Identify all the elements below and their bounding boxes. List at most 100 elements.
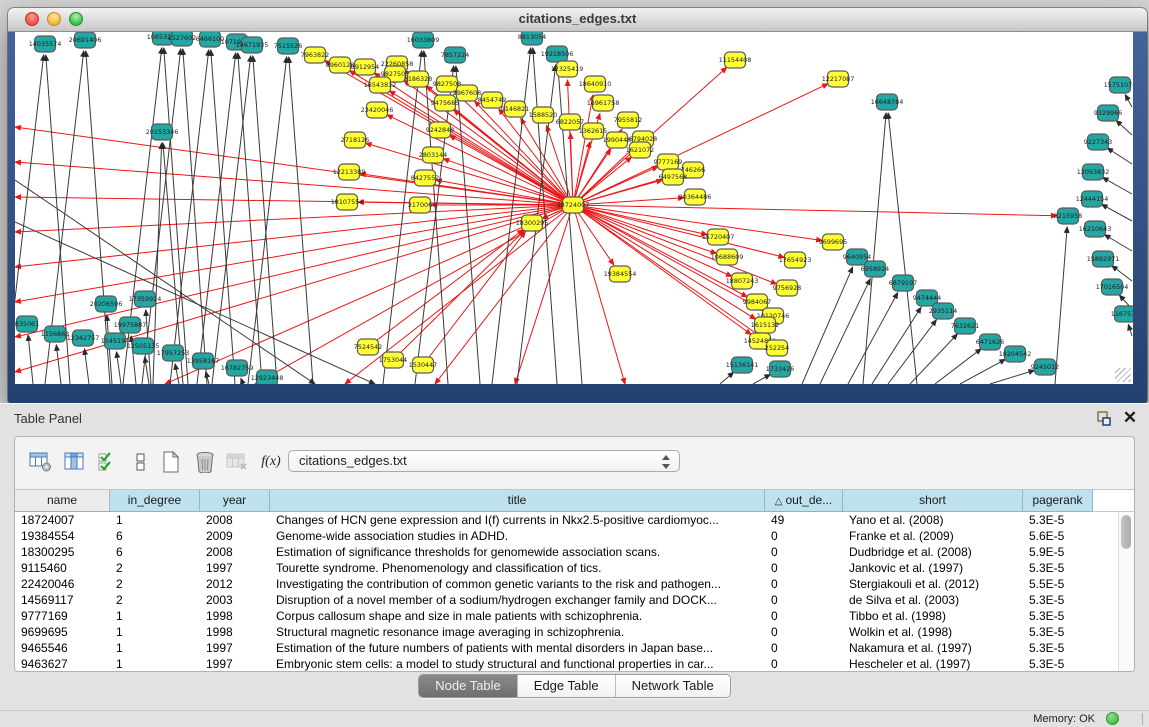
graph-edge[interactable] — [289, 57, 313, 384]
memory-status-indicator[interactable] — [1106, 712, 1119, 725]
cell-year[interactable]: 1997 — [200, 656, 270, 672]
graph-edge[interactable] — [573, 205, 717, 253]
graph-node[interactable]: 19218506 — [541, 46, 574, 62]
graph-node[interactable]: 18640910 — [579, 76, 612, 92]
graph-edge[interactable] — [1116, 120, 1132, 135]
graph-node[interactable]: 11154408 — [719, 52, 752, 68]
graph-node[interactable]: 1733426 — [766, 361, 794, 377]
table-row[interactable]: 969969511998Structural magnetic resonanc… — [15, 624, 1134, 640]
column-header-in-degree[interactable]: in_degree — [110, 490, 200, 512]
graph-node[interactable]: 9777169 — [654, 154, 682, 170]
graph-edge[interactable] — [570, 133, 573, 205]
cell-name[interactable]: 14569117 — [15, 592, 110, 608]
cell-pagerank[interactable]: 5.3E-5 — [1023, 640, 1093, 656]
new-document-button[interactable] — [157, 449, 185, 475]
graph-node[interactable]: 7524542 — [354, 339, 382, 355]
cell-pagerank[interactable]: 5.6E-5 — [1023, 528, 1093, 544]
graph-node[interactable]: 1588520 — [529, 107, 557, 123]
table-row[interactable]: 1830029562008Estimation of significance … — [15, 544, 1134, 560]
graph-edge[interactable] — [573, 198, 684, 205]
graph-edge[interactable] — [145, 357, 149, 384]
float-panel-icon[interactable] — [1095, 410, 1113, 428]
cell-year[interactable]: 1997 — [200, 560, 270, 576]
cell-short[interactable]: Dudbridge et al. (2008) — [843, 544, 1023, 560]
column-header-title[interactable]: title — [270, 490, 765, 512]
cell-out-de-[interactable]: 0 — [765, 624, 843, 640]
cell-title[interactable]: Structural magnetic resonance image aver… — [270, 624, 765, 640]
cell-in-degree[interactable]: 1 — [110, 512, 200, 528]
row-list-button[interactable] — [127, 449, 155, 475]
delete-button[interactable] — [191, 449, 219, 475]
cell-out-de-[interactable]: 0 — [765, 592, 843, 608]
cell-name[interactable]: 9115460 — [15, 560, 110, 576]
graph-node[interactable]: 9245012 — [1031, 359, 1059, 375]
cell-pagerank[interactable]: 5.3E-5 — [1023, 608, 1093, 624]
graph-edge[interactable] — [1055, 227, 1067, 384]
cell-year[interactable]: 2012 — [200, 576, 270, 592]
graph-node[interactable]: 6879197 — [889, 275, 917, 291]
cell-short[interactable]: Wolkin et al. (1998) — [843, 624, 1023, 640]
graph-edge[interactable] — [435, 205, 573, 384]
graph-node[interactable]: 15751074 — [1104, 77, 1133, 93]
graph-edge[interactable] — [960, 359, 1005, 384]
graph-edge[interactable] — [888, 113, 917, 384]
table-row[interactable]: 2242004622012Investigating the contribut… — [15, 576, 1134, 592]
graph-node[interactable]: 2935114 — [929, 303, 957, 319]
graph-node[interactable]: 20153346 — [146, 124, 179, 140]
graph-edge[interactable] — [56, 345, 61, 384]
cell-in-degree[interactable]: 6 — [110, 528, 200, 544]
graph-edge[interactable] — [820, 279, 870, 384]
graph-edge[interactable] — [863, 113, 886, 384]
cell-short[interactable]: Jankovic et al. (1997) — [843, 560, 1023, 576]
graph-edge[interactable] — [1103, 177, 1132, 194]
graph-edge[interactable] — [573, 205, 625, 384]
graph-node[interactable]: 8813054 — [518, 32, 546, 45]
select-checks-button[interactable] — [95, 449, 123, 475]
graph-node[interactable]: 16782759 — [221, 360, 254, 376]
cell-pagerank[interactable]: 5.3E-5 — [1023, 512, 1093, 528]
cell-title[interactable]: Disruption of a novel member of a sodium… — [270, 592, 765, 608]
graph-node[interactable]: 12093832 — [1077, 164, 1110, 180]
graph-node[interactable]: 1545194 — [101, 333, 129, 349]
graph-node[interactable]: 12325419 — [551, 61, 584, 77]
graph-node[interactable]: 6497568 — [659, 169, 687, 185]
graph-edge[interactable] — [1128, 324, 1132, 336]
function-builder-button[interactable]: f(x) — [257, 449, 285, 475]
window-titlebar[interactable]: citations_edges.txt — [8, 8, 1147, 32]
graph-node[interactable]: 317006 — [408, 197, 432, 213]
graph-edge[interactable] — [241, 378, 243, 384]
cell-out-de-[interactable]: 0 — [765, 544, 843, 560]
graph-edge[interactable] — [753, 374, 770, 384]
cell-pagerank[interactable]: 5.9E-5 — [1023, 544, 1093, 560]
graph-node[interactable]: 1530447 — [409, 357, 437, 373]
graph-node[interactable]: 7955812 — [614, 112, 642, 128]
graph-edge[interactable] — [910, 334, 957, 384]
graph-node[interactable]: 17016504 — [1096, 279, 1129, 295]
cell-in-degree[interactable]: 2 — [110, 576, 200, 592]
graph-edge[interactable] — [573, 205, 822, 240]
cell-short[interactable]: Franke et al. (2009) — [843, 528, 1023, 544]
graph-node[interactable]: 12342757 — [67, 330, 100, 346]
graph-edge[interactable] — [1107, 148, 1132, 164]
graph-node[interactable]: 9242848 — [426, 122, 454, 138]
cell-title[interactable]: Estimation of significance thresholds fo… — [270, 544, 765, 560]
column-header-year[interactable]: year — [200, 490, 270, 512]
graph-node[interactable]: 16648784 — [871, 94, 904, 110]
graph-node[interactable]: 14035574 — [29, 36, 62, 52]
graph-node[interactable]: 9146821 — [501, 101, 529, 117]
cell-name[interactable]: 18300295 — [15, 544, 110, 560]
graph-edge[interactable] — [1104, 235, 1132, 251]
graph-node[interactable]: 9329966 — [1094, 105, 1122, 121]
graph-node[interactable]: 12213389 — [333, 164, 366, 180]
graph-edge[interactable] — [935, 349, 981, 384]
graph-edge[interactable] — [990, 370, 1034, 384]
cell-title[interactable]: Genome-wide association studies in ADHD. — [270, 528, 765, 544]
cell-year[interactable]: 1997 — [200, 640, 270, 656]
graph-node[interactable]: 12444154 — [1076, 191, 1109, 207]
table-row[interactable]: 946554611997Estimation of the future num… — [15, 640, 1134, 656]
window-resize-grip[interactable] — [1115, 368, 1131, 382]
graph-node[interactable]: 16961758 — [587, 95, 620, 111]
cell-in-degree[interactable]: 1 — [110, 656, 200, 672]
cell-name[interactable]: 22420046 — [15, 576, 110, 592]
graph-node[interactable]: 9699695 — [819, 234, 847, 250]
